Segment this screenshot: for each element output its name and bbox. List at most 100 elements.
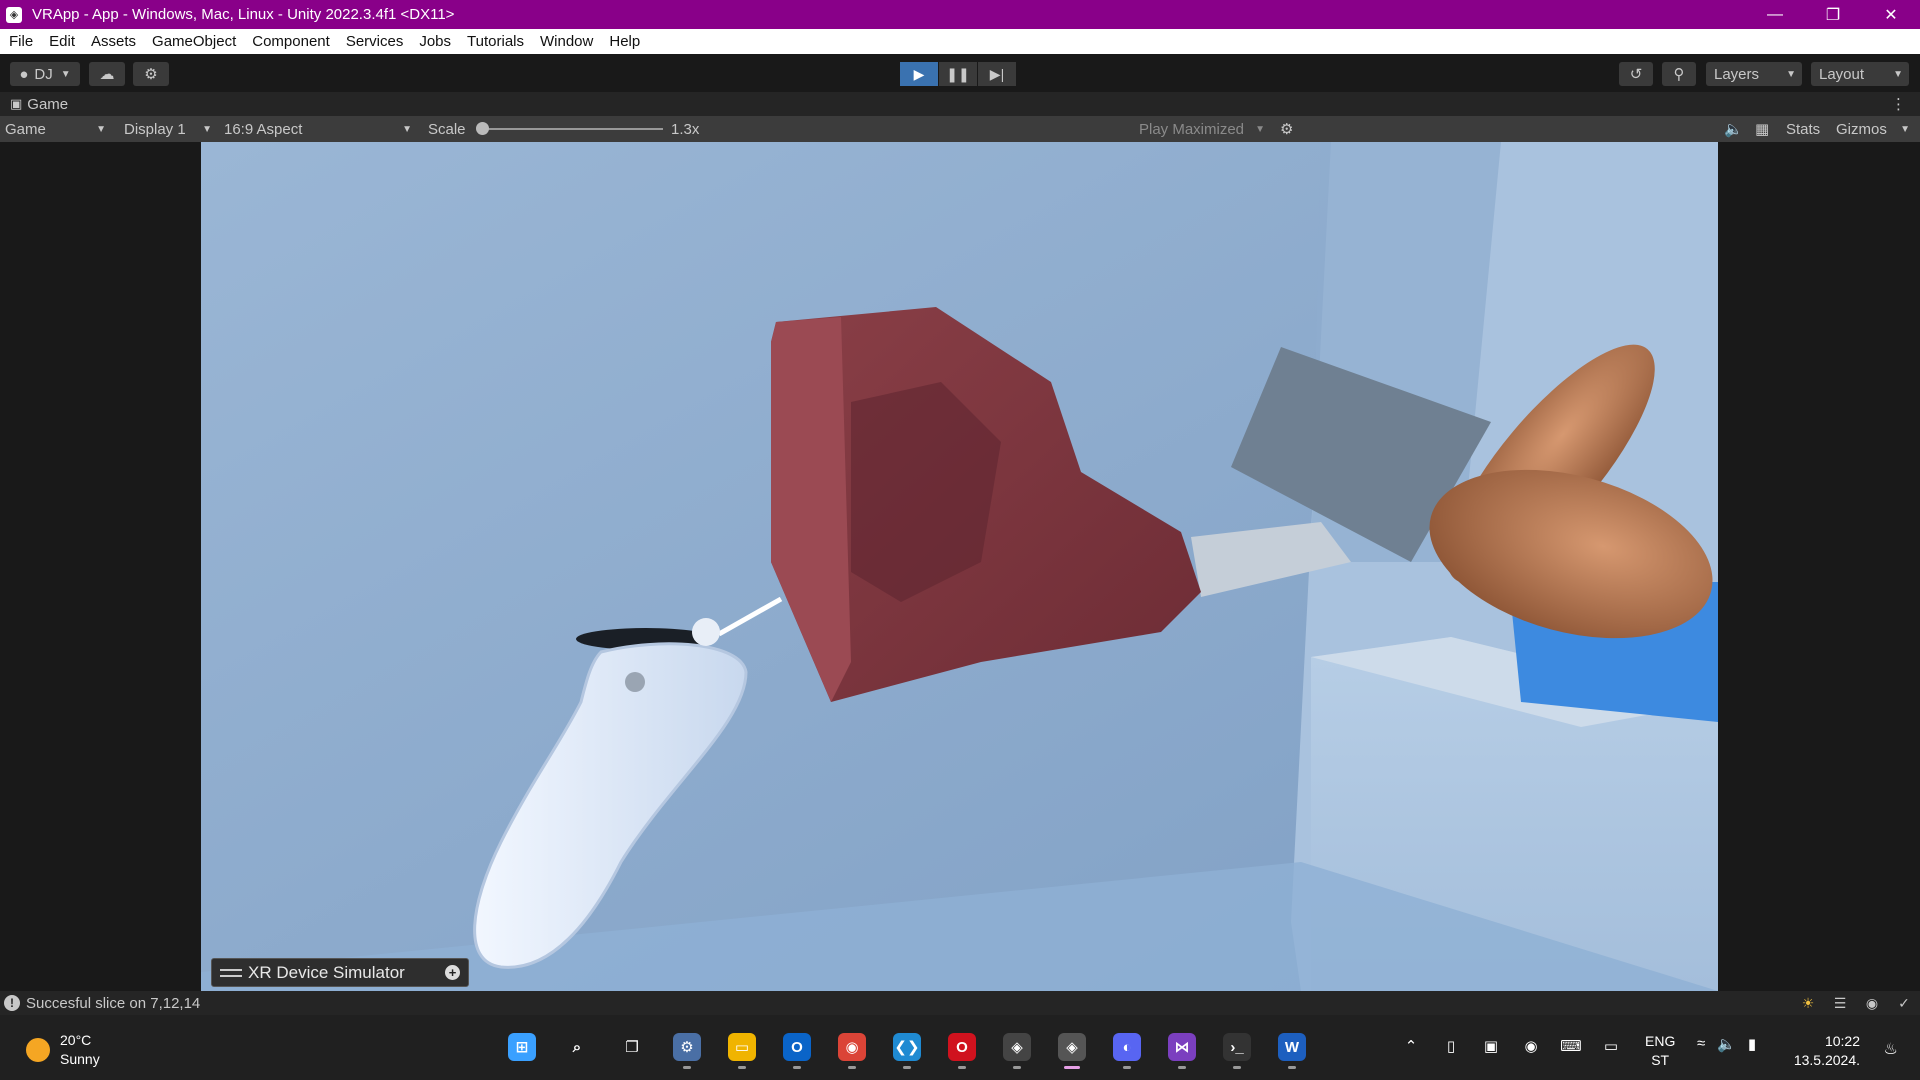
steam-icon[interactable]: ◉ <box>1520 1035 1542 1057</box>
taskbar-unity[interactable]: ◈ <box>1050 1025 1094 1069</box>
keyboard-icon[interactable]: ⌨ <box>1560 1035 1582 1057</box>
language-indicator[interactable]: ENG ST <box>1645 1032 1675 1070</box>
taskbar-terminal[interactable]: ›_ <box>1215 1025 1259 1069</box>
stats-button[interactable]: Stats <box>1786 116 1820 142</box>
info-icon: ! <box>4 995 20 1011</box>
status-message[interactable]: Succesful slice on 7,12,14 <box>26 995 200 1012</box>
running-indicator <box>903 1066 911 1069</box>
scale-slider-handle[interactable] <box>476 122 489 135</box>
close-icon[interactable]: ✕ <box>1862 0 1920 29</box>
menu-component[interactable]: Component <box>244 29 338 54</box>
taskbar-chrome[interactable]: ◉ <box>830 1025 874 1069</box>
language-sub-label: ST <box>1651 1052 1670 1068</box>
minimize-icon[interactable]: — <box>1746 0 1804 29</box>
gizmos-dropdown[interactable]: Gizmos ▼ <box>1836 116 1914 142</box>
pause-button[interactable]: ❚❚ <box>939 62 977 86</box>
unity-logo-icon: ◈ <box>6 6 22 23</box>
layout-label: Layout <box>1819 65 1865 83</box>
lighting-icon[interactable]: ☀ <box>1798 993 1818 1013</box>
step-button[interactable]: ▶| <box>978 62 1016 86</box>
scale-slider-track[interactable] <box>480 128 663 130</box>
display-dropdown[interactable]: Display 1 ▼ <box>124 116 216 142</box>
network-icon[interactable]: ◉ <box>1862 993 1882 1013</box>
window-titlebar: ◈ VRApp - App - Windows, Mac, Linux - Un… <box>0 0 1920 29</box>
game-view-toolbar: Game ▼ Display 1 ▼ 16:9 Aspect ▼ Scale 1… <box>0 116 1920 142</box>
menu-services[interactable]: Services <box>338 29 412 54</box>
taskbar-unity-hub[interactable]: ◈ <box>995 1025 1039 1069</box>
taskbar-file-explorer[interactable]: ▭ <box>720 1025 764 1069</box>
speaker-icon[interactable]: 🔈 <box>1724 116 1743 142</box>
visual-studio-icon: ⋈ <box>1168 1033 1196 1061</box>
menu-assets[interactable]: Assets <box>83 29 144 54</box>
step-icon: ▶| <box>989 65 1005 82</box>
cloud-button[interactable]: ☁ <box>89 62 125 86</box>
collab-button[interactable]: ⚙ <box>133 62 169 86</box>
chevron-up-icon[interactable]: ⌃ <box>1400 1035 1422 1057</box>
check-icon[interactable]: ✓ <box>1894 993 1914 1013</box>
taskbar-opera[interactable]: O <box>940 1025 984 1069</box>
taskbar-settings[interactable]: ⚙ <box>665 1025 709 1069</box>
expand-plus-icon[interactable]: + <box>445 965 460 980</box>
clock[interactable]: 10:22 13.5.2024. <box>1794 1032 1860 1070</box>
taskbar-discord[interactable]: ◐ <box>1105 1025 1149 1069</box>
taskbar-windows-start[interactable]: ⊞ <box>500 1025 544 1069</box>
weather-widget[interactable]: 20°C Sunny <box>26 1031 100 1069</box>
restore-icon[interactable]: ❐ <box>1804 0 1862 29</box>
history-button[interactable]: ↺ <box>1619 62 1653 86</box>
grid-icon[interactable]: ▦ <box>1755 116 1769 142</box>
game-mode-dropdown[interactable]: Game ▼ <box>5 116 110 142</box>
gamepad-icon: ▣ <box>10 96 23 111</box>
taskbar-search[interactable]: ⌕ <box>555 1025 599 1069</box>
taskbar-vscode[interactable]: ❮❯ <box>885 1025 929 1069</box>
play-button[interactable]: ▶ <box>900 62 938 86</box>
layout-dropdown[interactable]: Layout ▼ <box>1811 62 1909 86</box>
menu-tutorials[interactable]: Tutorials <box>459 29 532 54</box>
play-maximized-dropdown[interactable]: Play Maximized ▼ <box>1139 116 1269 142</box>
temperature: 20°C <box>60 1032 92 1048</box>
menu-gameobject[interactable]: GameObject <box>144 29 244 54</box>
controller-button <box>625 672 645 692</box>
taskbar-word[interactable]: W <box>1270 1025 1314 1069</box>
cache-server-icon[interactable]: ☰ <box>1830 993 1850 1013</box>
cloud-icon: ☁ <box>99 66 115 83</box>
menu-bar: File Edit Assets GameObject Component Se… <box>0 29 1920 54</box>
task-view-icon: ❐ <box>625 1039 639 1056</box>
search-button[interactable]: ⚲ <box>1662 62 1696 86</box>
windows-taskbar: 20°C Sunny ⊞ ⌕ ❐ ⚙ ▭ O ◉ ❮❯ O ◈ ◈ ◐ ⋈ ›_ W ⌃ ▯ ▣ ◉ ⌨ ▭… <box>0 1015 1920 1080</box>
layers-dropdown[interactable]: Layers ▼ <box>1706 62 1802 86</box>
menu-window[interactable]: Window <box>532 29 601 54</box>
drag-handle-icon[interactable] <box>220 968 242 977</box>
menu-file[interactable]: File <box>0 29 41 54</box>
menu-jobs[interactable]: Jobs <box>411 29 459 54</box>
running-indicator <box>958 1066 966 1069</box>
kebab-menu-icon[interactable]: ⋮ <box>1891 95 1906 113</box>
taskbar-task-view[interactable]: ❐ <box>610 1025 654 1069</box>
bug-icon[interactable]: ⚙ <box>1280 116 1293 142</box>
notification-bell-icon[interactable]: ♨ <box>1884 1039 1898 1059</box>
play-icon: ▶ <box>913 65 925 82</box>
account-dropdown[interactable]: ● DJ ▼ <box>10 62 80 86</box>
tab-game[interactable]: ▣ Game <box>0 96 68 113</box>
running-indicator <box>1064 1066 1080 1069</box>
camera-icon[interactable]: ▣ <box>1480 1035 1502 1057</box>
menu-help[interactable]: Help <box>601 29 648 54</box>
taskbar-visual-studio[interactable]: ⋈ <box>1160 1025 1204 1069</box>
running-indicator <box>683 1066 691 1069</box>
system-tray: ⌃ ▯ ▣ ◉ ⌨ ▭ <box>1400 1035 1622 1057</box>
aspect-dropdown[interactable]: 16:9 Aspect ▼ <box>224 116 416 142</box>
taskbar-outlook[interactable]: O <box>775 1025 819 1069</box>
scale-value: 1.3x <box>671 120 700 138</box>
outlook-icon: O <box>783 1033 811 1061</box>
chevron-down-icon: ▼ <box>202 123 212 135</box>
usb-icon[interactable]: ▯ <box>1440 1035 1462 1057</box>
game-viewport[interactable] <box>201 142 1718 991</box>
settings-icon: ⚙ <box>673 1033 701 1061</box>
play-controls: ▶ ❚❚ ▶| <box>900 62 1016 86</box>
display-icon[interactable]: ▭ <box>1600 1035 1622 1057</box>
quick-settings[interactable]: ≈ 🔈 ▮ <box>1697 1035 1756 1053</box>
battery-icon: ▮ <box>1747 1036 1757 1053</box>
xr-device-simulator-panel[interactable]: XR Device Simulator + <box>211 958 469 987</box>
menu-edit[interactable]: Edit <box>41 29 83 54</box>
running-indicator <box>1123 1066 1131 1069</box>
volume-icon: 🔈 <box>1717 1036 1736 1053</box>
